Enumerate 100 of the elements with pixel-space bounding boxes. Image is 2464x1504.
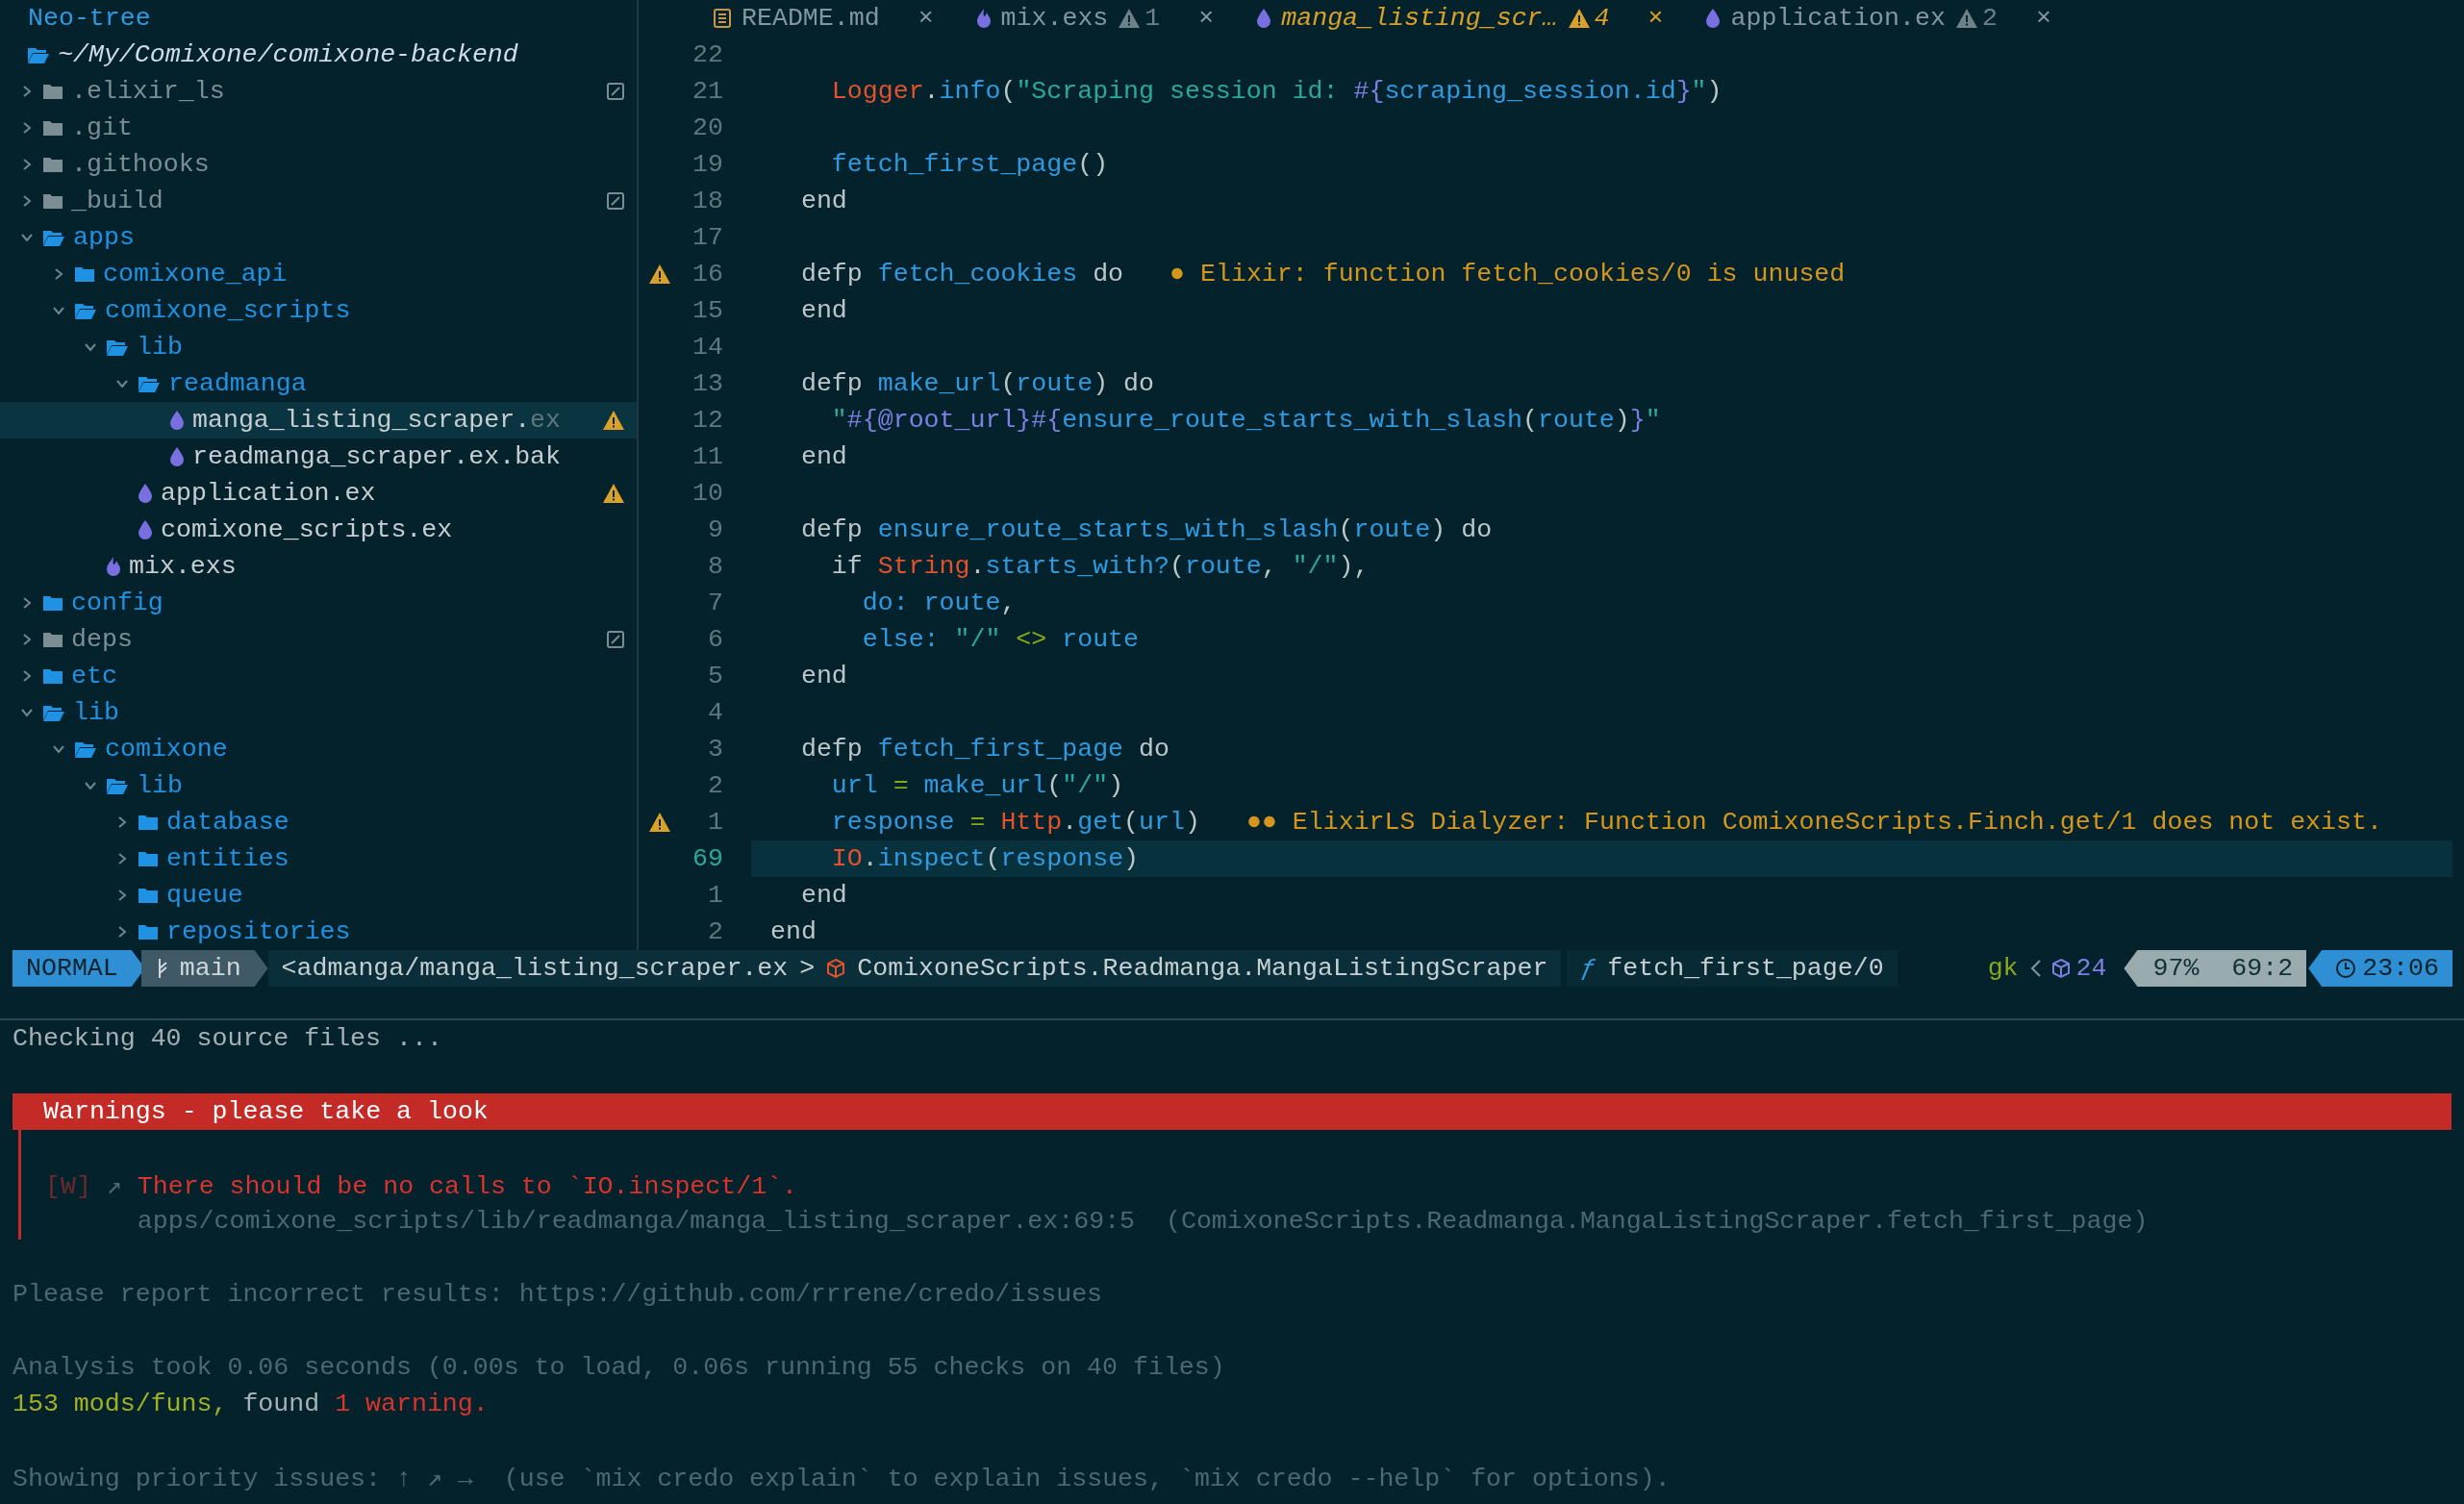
code-line: defp fetch_first_page do xyxy=(799,735,1169,764)
droplet-icon xyxy=(169,446,185,467)
open-folder-icon xyxy=(42,228,65,247)
line-number: 14 xyxy=(691,333,723,362)
tree-item[interactable]: .elixir_ls xyxy=(0,73,637,110)
flame-icon xyxy=(975,8,992,29)
tree-item[interactable]: database xyxy=(0,804,637,840)
droplet-icon xyxy=(1705,8,1722,29)
tree-item[interactable]: comixone_api xyxy=(0,256,637,292)
terminal-line: Showing priority issues: ↑ ↗ → (use `mix credo explain` to explain issues, `mix credo --help` for options). xyxy=(13,1463,1671,1493)
tree-item[interactable]: lib xyxy=(0,329,637,365)
folder-icon xyxy=(42,155,63,174)
folder-icon xyxy=(138,922,159,941)
folder-icon xyxy=(42,118,63,138)
code-line: defp ensure_route_starts_with_slash(route) do xyxy=(799,515,1493,544)
book-icon xyxy=(713,8,732,29)
line-number: 12 xyxy=(691,406,723,435)
line-number: 4 xyxy=(707,698,723,727)
diagnostic-message: ● Elixir: function fetch_cookies/0 is unused xyxy=(1169,260,1846,288)
code-line: url = make_url("/") xyxy=(830,771,1124,800)
warning-icon xyxy=(602,410,625,431)
tree-item[interactable]: comixone xyxy=(0,731,637,767)
tree-item[interactable]: comixone_scripts xyxy=(0,292,637,329)
warning-icon xyxy=(1954,8,1978,29)
open-folder-icon xyxy=(74,301,97,320)
code-line: do: route, xyxy=(861,589,1017,617)
tree-item[interactable]: deps xyxy=(0,621,637,658)
open-folder-icon xyxy=(106,338,129,357)
line-number: 1 xyxy=(707,808,723,837)
open-folder-icon xyxy=(42,703,65,722)
position-segment: 97% 69:2 xyxy=(2124,950,2307,987)
folder-icon xyxy=(42,593,63,613)
line-number: 20 xyxy=(691,113,723,142)
branch-segment: main xyxy=(140,950,268,987)
folder-icon xyxy=(42,191,63,211)
tree-item[interactable]: .git xyxy=(0,110,637,146)
tree-item[interactable]: _build xyxy=(0,183,637,219)
breadcrumb-segment: <admanga/manga_listing_scraper.ex > ComixoneScripts.Readmanga.MangaListingScraper xyxy=(267,950,1562,987)
tree-item[interactable]: mix.exs xyxy=(0,548,637,585)
clock-icon xyxy=(2335,958,2357,979)
editor-tab[interactable]: mix.exs 1 × xyxy=(954,0,1236,37)
code-line: defp fetch_cookies do xyxy=(799,260,1124,288)
open-folder-icon xyxy=(106,776,129,795)
code-line: else: "/" <> route xyxy=(861,625,1140,654)
tree-root[interactable]: ~/My/Comixone/comixone-backend xyxy=(0,37,637,73)
line-number: 1 xyxy=(707,881,723,910)
tree-item[interactable]: lib xyxy=(0,694,637,731)
line-number: 2 xyxy=(707,771,723,800)
code-line: end xyxy=(799,442,847,471)
warning-icon xyxy=(648,263,671,285)
tree-item[interactable]: etc xyxy=(0,658,637,694)
tree-item[interactable]: application.ex xyxy=(0,475,637,512)
slashed-square-icon xyxy=(606,82,625,101)
line-number: 11 xyxy=(691,442,723,471)
code-line: "#{@root_url}#{ensure_route_starts_with_slash(route)}" xyxy=(830,406,1661,435)
editor-tab[interactable]: application.ex 2 × xyxy=(1684,0,2073,37)
terminal-line: Checking 40 source files ... xyxy=(13,1024,442,1053)
terminal-line: [W] ↗ There should be no calls to `IO.inspect/1`. xyxy=(45,1170,798,1201)
droplet-icon xyxy=(138,483,153,504)
tree-item[interactable]: comixone_scripts.ex xyxy=(0,512,637,548)
editor-tab[interactable]: README.md × xyxy=(691,0,955,37)
folder-icon xyxy=(138,813,159,832)
tree-item[interactable]: lib xyxy=(0,767,637,804)
folder-icon xyxy=(42,82,63,101)
code-line: end xyxy=(799,187,847,215)
warning-banner: Warnings - please take a look xyxy=(13,1093,2451,1130)
terminal-line: Please report incorrect results: https://github.com/rrrene/credo/issues xyxy=(13,1280,1103,1309)
code-line: end xyxy=(799,296,847,325)
tree-item[interactable]: readmanga xyxy=(0,365,637,402)
code-line: if String.starts_with?(route, "/"), xyxy=(830,552,1370,581)
warning-icon xyxy=(602,483,625,504)
line-number: 13 xyxy=(691,369,723,398)
tree-item[interactable]: config xyxy=(0,585,637,621)
warning-icon xyxy=(1118,8,1142,29)
tree-item[interactable]: readmanga_scraper.ex.bak xyxy=(0,439,637,475)
tree-item[interactable]: apps xyxy=(0,219,637,256)
tree-item[interactable]: entities xyxy=(0,840,637,877)
editor-tab[interactable]: manga_listing_scr… 4 × xyxy=(1235,0,1685,37)
line-number: 17 xyxy=(691,223,723,252)
line-number: 19 xyxy=(691,150,723,179)
code-line: defp make_url(route) do xyxy=(799,369,1154,398)
tree-item[interactable]: queue xyxy=(0,877,637,914)
cube-icon xyxy=(2050,958,2071,979)
tree-item[interactable]: manga_listing_scraper.ex xyxy=(0,402,637,439)
function-segment: ƒ fetch_first_page/0 xyxy=(1567,950,1898,987)
tree-item[interactable]: repositories xyxy=(0,914,637,950)
line-number: 5 xyxy=(707,662,723,690)
flame-icon xyxy=(106,556,121,577)
folder-icon xyxy=(42,666,63,686)
slashed-square-icon xyxy=(606,630,625,649)
tree-item[interactable]: .githooks xyxy=(0,146,637,183)
droplet-icon xyxy=(169,410,185,431)
code-line: Logger.info("Scraping session id: #{scraping_session.id}") xyxy=(830,77,1722,106)
open-folder-icon xyxy=(138,374,161,393)
line-number: 3 xyxy=(707,735,723,764)
panel-title: Neo-tree xyxy=(27,4,151,33)
line-number: 8 xyxy=(707,552,723,581)
status-label: gk xyxy=(1987,954,2019,983)
folder-icon xyxy=(138,849,159,868)
line-number: 18 xyxy=(691,187,723,215)
